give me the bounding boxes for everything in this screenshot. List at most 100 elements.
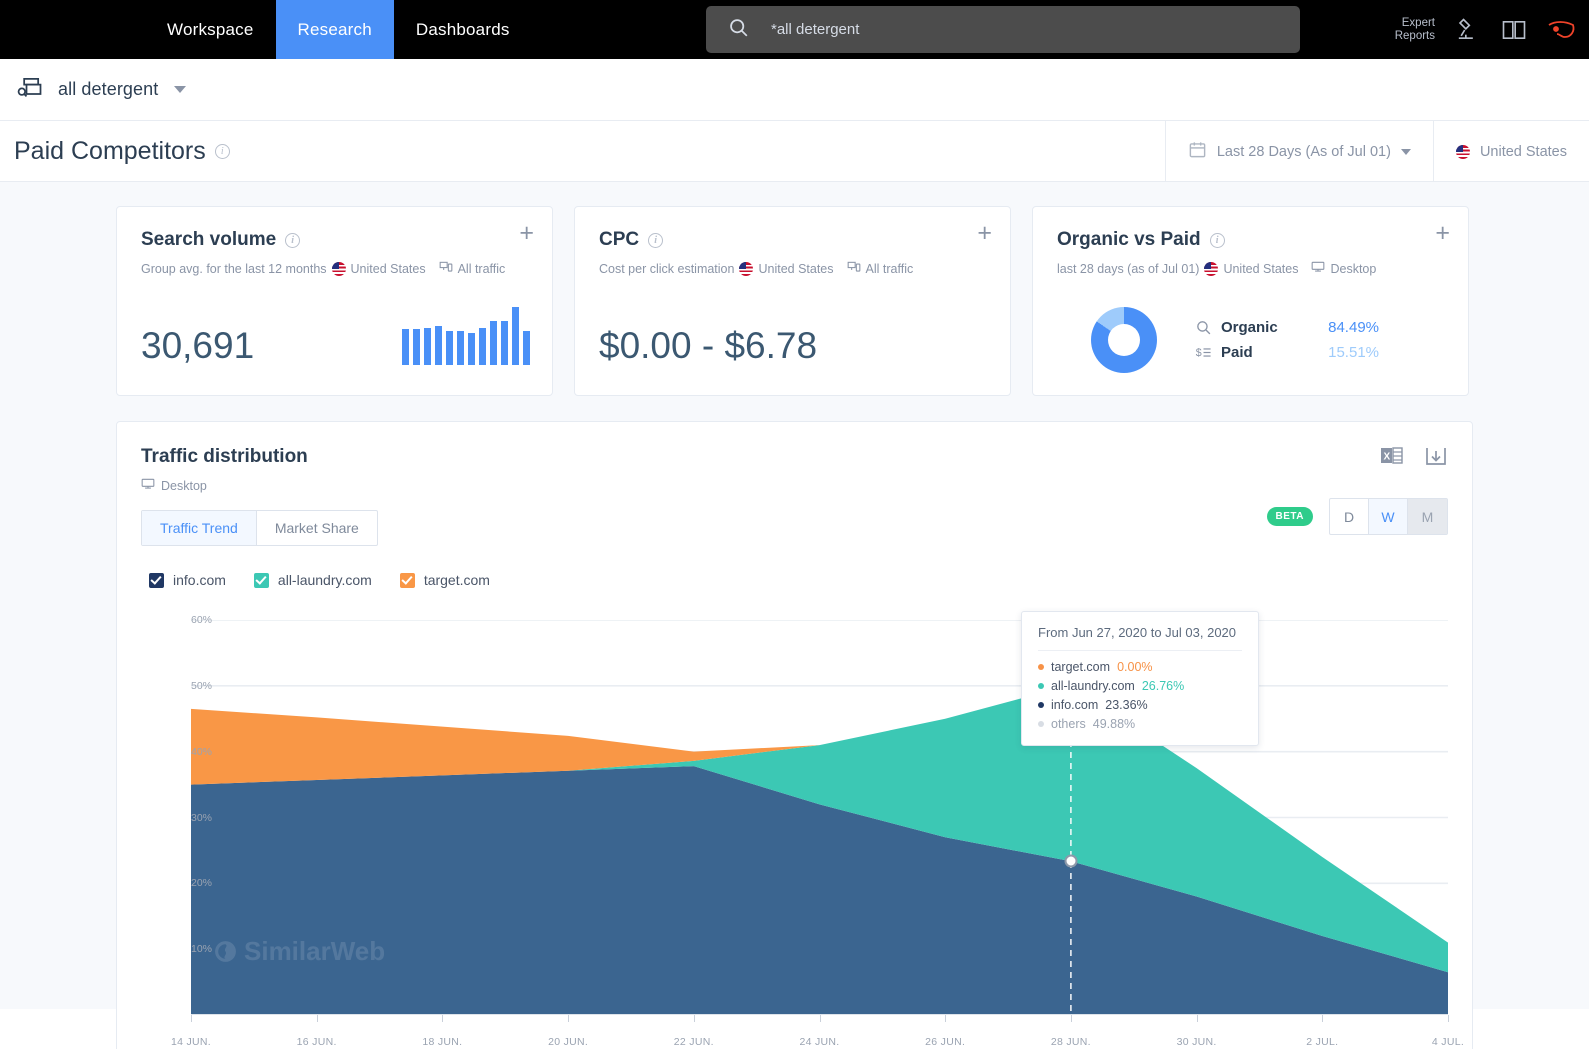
organic-label: Organic	[1221, 319, 1278, 336]
book-icon[interactable]	[1499, 16, 1529, 44]
entity-name: all detergent	[58, 79, 159, 99]
add-to-dashboard-button[interactable]: +	[519, 221, 534, 246]
nav-item-dashboards[interactable]: Dashboards	[394, 0, 532, 59]
country-label: United States	[1479, 143, 1567, 160]
x-axis-tick-label: 24 JUN.	[799, 1036, 840, 1048]
x-axis-tick-label: 2 JUL.	[1306, 1036, 1339, 1048]
granularity-month[interactable]: M	[1408, 499, 1447, 534]
paid-row: $ Paid 15.51%	[1195, 344, 1379, 361]
paid-value: 15.51%	[1328, 344, 1379, 361]
add-to-dashboard-button[interactable]: +	[977, 221, 992, 246]
card-subtitle-text: last 28 days (as of Jul 01)	[1057, 261, 1200, 276]
beta-badge: BETA	[1266, 507, 1313, 526]
sparkline-bar	[457, 331, 464, 365]
all-traffic-icon	[439, 260, 453, 277]
traffic-distribution-panel: Traffic distribution Desktop X Traffic T…	[116, 421, 1473, 1049]
x-axis-tick	[568, 1015, 570, 1022]
tooltip-series-name: info.com	[1051, 698, 1099, 712]
nav-item-workspace[interactable]: Workspace	[145, 0, 276, 59]
card-country-label: United States	[1223, 261, 1299, 276]
chevron-down-icon	[1400, 148, 1411, 155]
entity-bar: all detergent	[0, 59, 1589, 121]
checkbox-all-laundry-com[interactable]	[253, 572, 269, 588]
x-axis-tick-label: 16 JUN.	[296, 1036, 337, 1048]
desktop-icon	[141, 477, 155, 494]
sparkline-bar	[512, 307, 519, 365]
legend-label: target.com	[423, 572, 490, 588]
page-title-bar: Paid Competitors i Last 28 Days (As of J…	[0, 121, 1589, 182]
sparkline-bar	[402, 328, 409, 365]
sparkline-bar	[424, 328, 431, 365]
tooltip-series-value: 23.36%	[1105, 698, 1148, 712]
x-axis-tick	[191, 1015, 192, 1022]
x-axis-tick	[442, 1015, 444, 1022]
legend-item-target-com[interactable]: target.com	[399, 572, 490, 588]
chevron-down-icon[interactable]	[174, 86, 187, 93]
tab-traffic-trend[interactable]: Traffic Trend	[142, 511, 257, 545]
card-device-label: Desktop	[1330, 261, 1377, 276]
tooltip-dot	[1038, 664, 1044, 670]
add-to-dashboard-button[interactable]: +	[1435, 221, 1450, 246]
x-axis-tick	[1448, 1015, 1449, 1022]
chart-hover-point	[1064, 854, 1078, 868]
x-axis-tick-label: 18 JUN.	[422, 1036, 463, 1048]
chart-view-tabs: Traffic Trend Market Share	[141, 510, 378, 546]
stacked-area-svg	[191, 620, 1448, 1015]
sparkline-bar	[435, 325, 442, 365]
global-search-box[interactable]	[706, 6, 1300, 53]
chart-tooltip: From Jun 27, 2020 to Jul 03, 2020 target…	[1021, 611, 1259, 746]
card-cpc: CPC i Cost per click estimation United S…	[574, 206, 1011, 396]
expert-reports-line1: Expert	[1401, 16, 1435, 29]
microscope-icon[interactable]	[1453, 16, 1481, 44]
legend-item-info-com[interactable]: info.com	[149, 572, 226, 588]
search-icon	[1195, 319, 1221, 336]
x-axis-tick	[819, 1015, 821, 1022]
calendar-icon	[1188, 140, 1207, 163]
card-device-label: All traffic	[865, 261, 914, 276]
sparkline-bar	[490, 321, 497, 365]
panel-title: Traffic distribution	[141, 446, 308, 467]
search-volume-value: 30,691	[141, 325, 255, 366]
tooltip-series-value: 0.00%	[1117, 660, 1153, 674]
legend-label: info.com	[173, 572, 226, 588]
checkbox-target-com[interactable]	[399, 572, 415, 588]
card-title: Search volume i	[141, 229, 528, 251]
tooltip-series-name: all-laundry.com	[1051, 679, 1135, 693]
info-icon[interactable]: i	[648, 232, 664, 248]
excel-export-icon[interactable]: X	[1380, 444, 1404, 473]
download-icon[interactable]	[1424, 444, 1448, 473]
mask-icon[interactable]	[1547, 17, 1579, 43]
page-title: Paid Competitors	[14, 136, 206, 165]
panel-device-label: Desktop	[161, 478, 207, 493]
country-selector[interactable]: United States	[1432, 121, 1589, 182]
sparkline-bar	[523, 331, 530, 365]
card-title-text: Search volume	[141, 229, 277, 250]
granularity-week[interactable]: W	[1369, 499, 1408, 534]
checkbox-info-com[interactable]	[149, 572, 164, 588]
us-flag-icon	[331, 261, 346, 276]
x-axis-tick	[1070, 1015, 1072, 1022]
search-volume-sparkline	[402, 307, 530, 365]
info-icon[interactable]: i	[1209, 232, 1225, 248]
legend-item-all-laundry-com[interactable]: all-laundry.com	[253, 572, 372, 588]
sparkline-bar	[479, 328, 486, 365]
tooltip-dot	[1038, 683, 1044, 689]
card-title: Organic vs Paid i	[1057, 229, 1444, 251]
info-icon[interactable]: i	[285, 232, 301, 248]
card-subtitle-text: Cost per click estimation	[599, 261, 735, 276]
granularity-controls: BETA D W M	[1266, 498, 1448, 535]
chart-legend: info.com all-laundry.com target.com	[149, 572, 1448, 588]
us-flag-icon	[1204, 261, 1219, 276]
search-icon	[728, 17, 749, 43]
nav-item-research[interactable]: Research	[275, 0, 394, 59]
tab-market-share[interactable]: Market Share	[257, 511, 377, 545]
card-device-label: All traffic	[457, 261, 506, 276]
info-icon[interactable]: i	[214, 143, 230, 159]
date-range-selector[interactable]: Last 28 Days (As of Jul 01)	[1164, 121, 1433, 182]
search-input[interactable]	[771, 21, 1251, 38]
expert-reports-link[interactable]: Expert Reports	[1395, 17, 1435, 43]
granularity-day[interactable]: D	[1330, 499, 1369, 534]
tooltip-series-name: target.com	[1051, 660, 1111, 674]
expert-reports-line2: Reports	[1394, 29, 1435, 42]
card-subtitle: last 28 days (as of Jul 01) United State…	[1057, 260, 1444, 277]
